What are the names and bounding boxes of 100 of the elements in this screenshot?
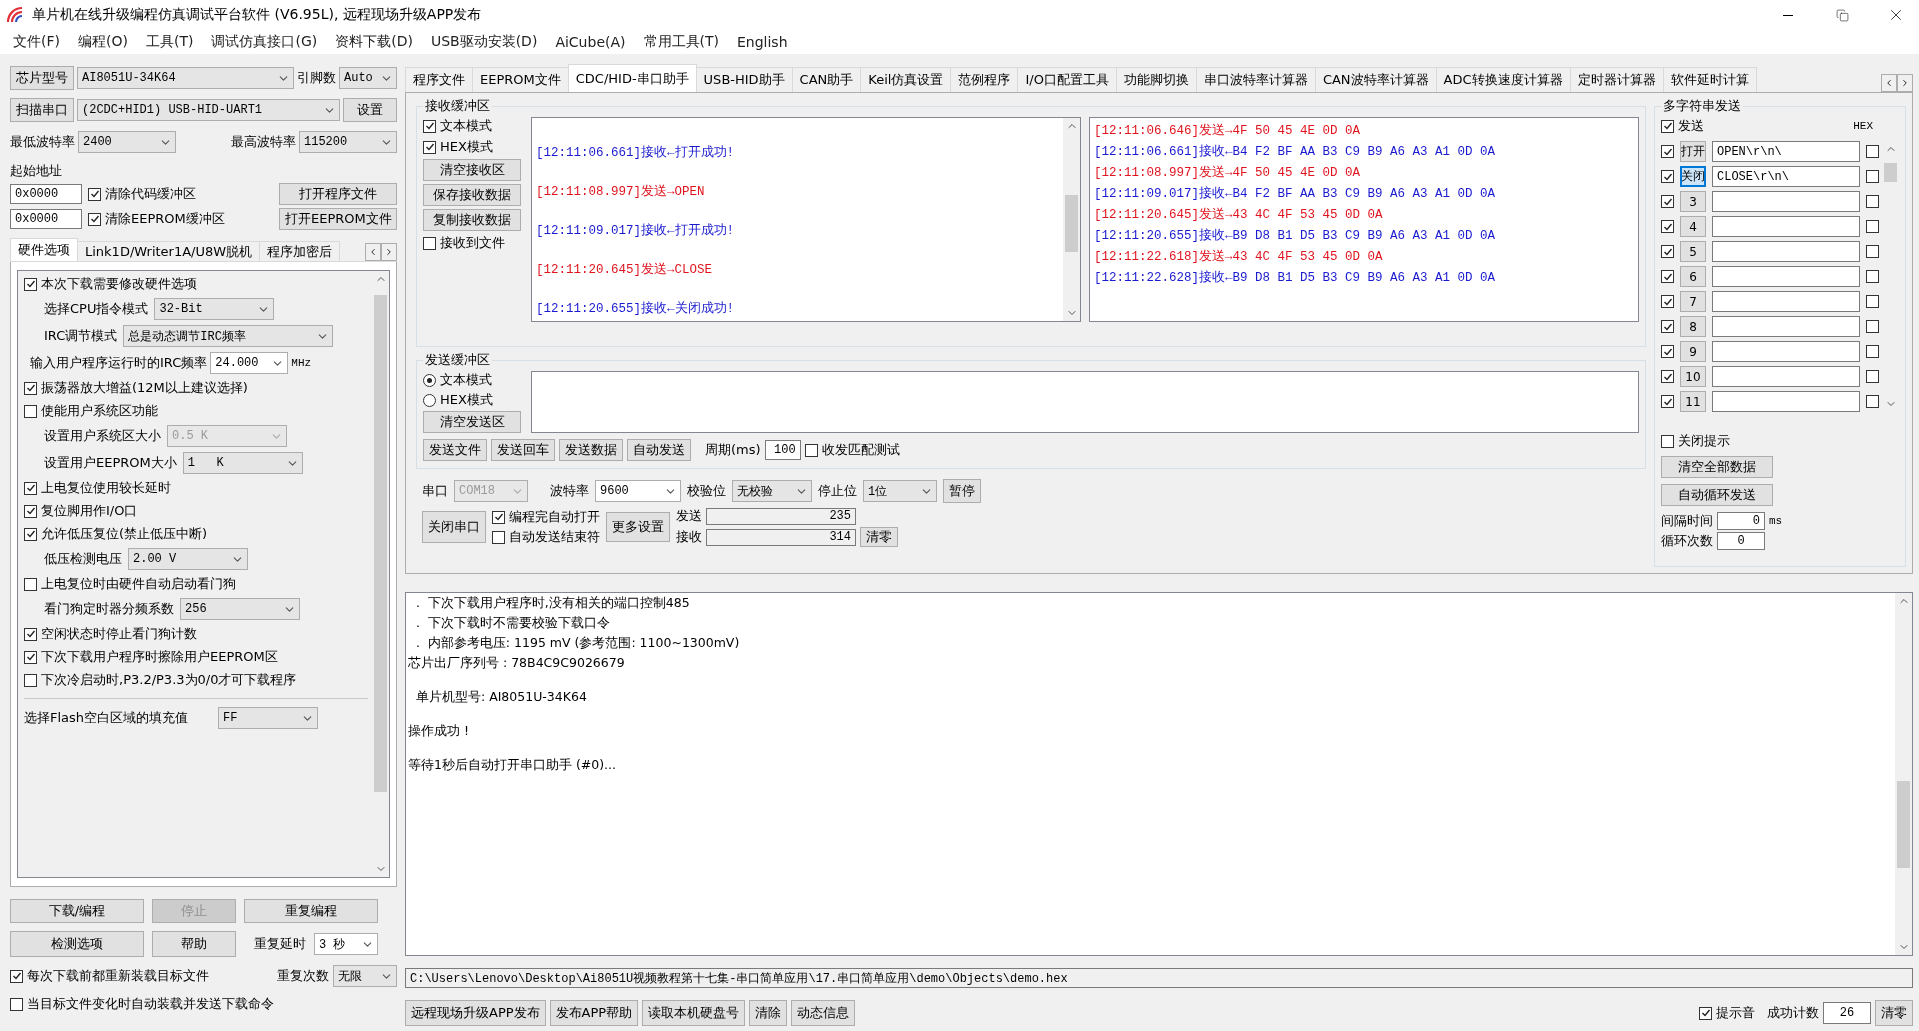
- checkbox[interactable]: [804, 443, 818, 457]
- menu-item[interactable]: AiCube(A): [546, 34, 635, 50]
- checkbox[interactable]: [1661, 395, 1674, 408]
- checkbox[interactable]: [423, 140, 436, 154]
- action-button[interactable]: 帮助: [152, 931, 236, 957]
- reset-success-count-button[interactable]: 清零: [1875, 1000, 1913, 1026]
- tab[interactable]: 硬件选项: [10, 238, 78, 261]
- checkbox[interactable]: [88, 212, 101, 226]
- checkbox[interactable]: [88, 187, 101, 201]
- send-string-button[interactable]: 8: [1680, 316, 1706, 337]
- settings-button[interactable]: 设置: [343, 98, 397, 122]
- checkbox[interactable]: [24, 650, 37, 664]
- send-string-button[interactable]: 5: [1680, 241, 1706, 262]
- action-button[interactable]: 检测选项: [10, 931, 144, 957]
- clear-send-button[interactable]: 清空发送区: [423, 411, 521, 433]
- send-string-button[interactable]: 打开: [1680, 141, 1706, 162]
- checkbox[interactable]: [10, 969, 23, 983]
- dropdown[interactable]: 3 秒: [314, 933, 378, 955]
- dropdown[interactable]: 256: [180, 598, 300, 620]
- dropdown[interactable]: 2.00 V: [128, 548, 248, 570]
- checkbox[interactable]: [1661, 320, 1674, 333]
- chip-model-button[interactable]: 芯片型号: [10, 66, 74, 90]
- checkbox[interactable]: [1661, 119, 1674, 133]
- dropdown[interactable]: 1 K: [182, 452, 303, 474]
- menu-item[interactable]: 常用工具(T): [634, 33, 728, 51]
- dropdown[interactable]: 9600: [595, 480, 681, 502]
- hex-checkbox[interactable]: [1866, 170, 1879, 183]
- send-string-button[interactable]: 关闭: [1680, 166, 1706, 187]
- menu-item[interactable]: 工具(T): [136, 33, 203, 51]
- checkbox[interactable]: [492, 530, 505, 544]
- scrollbar-thumb[interactable]: [1065, 195, 1078, 252]
- menu-item[interactable]: 调试仿真接口(G): [202, 33, 327, 51]
- dropdown[interactable]: 无校验: [732, 480, 812, 502]
- send-text-area[interactable]: [531, 371, 1639, 433]
- action-button[interactable]: 下载/编程: [10, 899, 144, 923]
- reset-count-button[interactable]: 清零: [860, 527, 898, 547]
- send-string-button[interactable]: 10: [1680, 366, 1706, 387]
- checkbox[interactable]: [423, 236, 436, 250]
- checkbox[interactable]: [24, 577, 37, 591]
- loop-count-field[interactable]: 0: [1717, 532, 1765, 550]
- hex-checkbox[interactable]: [1866, 295, 1879, 308]
- open-file-button[interactable]: 打开EEPROM文件: [279, 208, 397, 230]
- file-path-field[interactable]: C:\Users\Lenovo\Desktop\Ai8051U视频教程第十七集-串口简单应用\17.串口简单应用\demo\Objects\demo.hex: [405, 968, 1913, 988]
- scrollbar[interactable]: [1895, 593, 1912, 955]
- interval-field[interactable]: 0: [1717, 512, 1765, 530]
- checkbox[interactable]: [10, 997, 23, 1011]
- dropdown[interactable]: 115200: [299, 131, 397, 153]
- string-field[interactable]: [1712, 266, 1860, 287]
- hex-checkbox[interactable]: [1866, 345, 1879, 358]
- send-action-button[interactable]: 自动发送: [627, 439, 691, 461]
- scrollbar-thumb[interactable]: [1897, 781, 1910, 869]
- receive-action-button[interactable]: 保存接收数据: [423, 184, 521, 206]
- string-field[interactable]: [1712, 191, 1860, 212]
- checkbox[interactable]: [24, 404, 37, 418]
- footer-button[interactable]: 远程现场升级APP发布: [405, 1000, 546, 1026]
- hex-checkbox[interactable]: [1866, 270, 1879, 283]
- clear-all-button[interactable]: 清空全部数据: [1661, 456, 1773, 478]
- dropdown[interactable]: 总是动态调节IRC频率: [123, 325, 334, 347]
- checkbox[interactable]: [24, 481, 37, 495]
- scan-port-button[interactable]: 扫描串口: [10, 98, 74, 122]
- scrollbar-thumb[interactable]: [374, 295, 387, 793]
- tab[interactable]: 程序文件: [405, 67, 473, 92]
- menu-item[interactable]: 编程(O): [69, 33, 137, 51]
- action-button[interactable]: 重复编程: [244, 899, 378, 923]
- success-count-field[interactable]: 26: [1823, 1002, 1871, 1024]
- menu-item[interactable]: English: [728, 34, 797, 50]
- menu-item[interactable]: 资料下载(D): [326, 33, 422, 51]
- address-field[interactable]: 0x0000: [10, 209, 82, 229]
- tab[interactable]: CDC/HID-串口助手: [567, 64, 697, 92]
- footer-button[interactable]: 发布APP帮助: [549, 1000, 639, 1026]
- dropdown[interactable]: 32-Bit: [154, 298, 275, 320]
- footer-button[interactable]: 读取本机硬盘号: [642, 1000, 746, 1026]
- address-field[interactable]: 0x0000: [10, 184, 82, 204]
- checkbox[interactable]: [24, 381, 37, 395]
- dropdown[interactable]: 无限: [333, 965, 397, 987]
- hex-checkbox[interactable]: [1866, 145, 1879, 158]
- checkbox[interactable]: [24, 527, 37, 541]
- send-string-button[interactable]: 9: [1680, 341, 1706, 362]
- checkbox[interactable]: [1661, 220, 1674, 233]
- send-string-button[interactable]: 11: [1680, 391, 1706, 412]
- scrollbar[interactable]: [1063, 118, 1080, 321]
- receive-action-button[interactable]: 复制接收数据: [423, 209, 521, 231]
- hex-checkbox[interactable]: [1866, 220, 1879, 233]
- dropdown[interactable]: 2400: [78, 131, 176, 153]
- dropdown[interactable]: AI8051U-34K64: [77, 67, 294, 89]
- scrollbar-thumb[interactable]: [1884, 162, 1897, 182]
- string-field[interactable]: CLOSE\r\n\: [1712, 166, 1860, 187]
- menu-item[interactable]: USB驱动安装(D): [421, 33, 547, 51]
- send-string-button[interactable]: 6: [1680, 266, 1706, 287]
- tab[interactable]: Link1D/Writer1A/U8W脱机: [77, 241, 261, 261]
- send-action-button[interactable]: 发送回车: [491, 439, 555, 461]
- dropdown[interactable]: (2CDC+HID1) USB-HID-UART1: [77, 99, 340, 121]
- tab[interactable]: 软件延时计算: [1662, 67, 1757, 92]
- hex-checkbox[interactable]: [1866, 245, 1879, 258]
- hex-checkbox[interactable]: [1866, 195, 1879, 208]
- checkbox[interactable]: [423, 119, 436, 133]
- checkbox[interactable]: [1661, 145, 1674, 158]
- hex-checkbox[interactable]: [1866, 370, 1879, 383]
- checkbox[interactable]: [24, 673, 37, 687]
- string-field[interactable]: [1712, 216, 1860, 237]
